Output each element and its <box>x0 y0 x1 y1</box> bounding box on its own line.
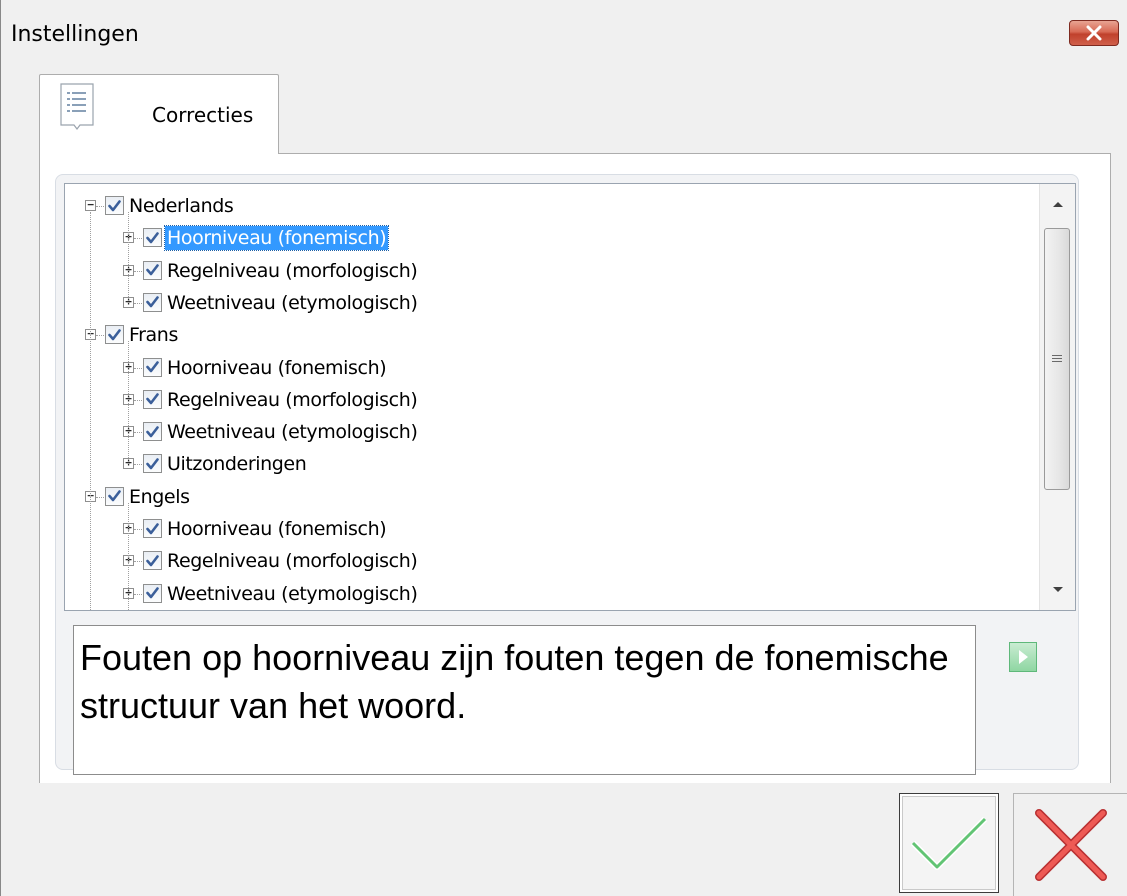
tree-connector <box>134 529 142 530</box>
tree-node-label: Uitzonderingen <box>167 453 307 476</box>
tree-node[interactable]: + Weetniveau (etymologisch) <box>65 578 1025 610</box>
tree-checkbox[interactable] <box>105 196 124 215</box>
tree-node[interactable]: + Regelniveau (morfologisch) <box>65 545 1025 577</box>
tree-node[interactable]: + Uitzonderingen <box>65 448 1025 480</box>
tree-guide-line <box>128 341 129 465</box>
scroll-down-icon <box>1052 587 1063 592</box>
settings-dialog: Instellingen Correcties − Nederlands + Hoor… <box>0 0 1127 896</box>
tree-node-label: Weetniveau (etymologisch) <box>167 291 418 314</box>
tree-node-label: Hoorniveau (fonemisch) <box>167 356 387 379</box>
list-document-icon <box>60 83 94 130</box>
tree-node[interactable]: + Hoorniveau (fonemisch) <box>65 352 1025 384</box>
grip-icon <box>1052 355 1062 362</box>
tree-checkbox[interactable] <box>105 486 124 506</box>
tree-node-label: Weetniveau (etymologisch) <box>167 582 418 605</box>
tree-connector <box>134 270 142 272</box>
tree-guide-line <box>128 502 129 610</box>
tree-node-label: Regelniveau (morfologisch) <box>167 259 418 282</box>
check-icon <box>108 490 121 502</box>
tree-node-label: Frans <box>129 324 178 347</box>
tree-node[interactable]: + Hoorniveau (fonemisch) <box>65 513 1025 545</box>
tree-node-label: Regelniveau (morfologisch) <box>167 388 418 411</box>
check-icon <box>146 231 159 244</box>
close-icon <box>1086 25 1102 41</box>
tree-checkbox[interactable] <box>143 454 162 474</box>
tree-guide-line <box>90 212 91 610</box>
tree-connector <box>134 593 142 595</box>
corrections-tree[interactable]: − Nederlands + Hoorniveau (fonemisch) + Regel… <box>64 183 1076 611</box>
tree-checkbox[interactable] <box>143 389 162 409</box>
tree-connector <box>134 561 142 563</box>
tree-node[interactable]: + Hoorniveau (fonemisch) <box>65 222 1025 254</box>
play-button[interactable] <box>1009 642 1037 672</box>
tree-checkbox[interactable] <box>143 292 162 312</box>
tree-content: − Nederlands + Hoorniveau (fonemisch) + Regel… <box>65 184 1039 610</box>
tree-checkbox[interactable] <box>143 260 162 280</box>
tab-correcties[interactable]: Correcties <box>39 74 279 154</box>
check-icon <box>146 425 159 437</box>
tree-connector <box>96 496 104 498</box>
scroll-up-icon <box>1052 202 1063 207</box>
tree-node-label: Hoorniveau (fonemisch) <box>163 225 390 252</box>
tree-node-label: Nederlands <box>129 195 234 217</box>
tree-node-label: Engels <box>129 485 190 508</box>
check-icon <box>146 554 159 567</box>
tree-checkbox[interactable] <box>143 228 162 248</box>
tree-node[interactable]: − Frans <box>65 319 1025 351</box>
checkmark-icon <box>910 816 988 870</box>
vertical-scrollbar[interactable] <box>1039 184 1075 610</box>
collapse-icon[interactable]: − <box>85 199 96 211</box>
check-icon <box>146 393 159 405</box>
check-icon <box>146 458 159 470</box>
cancel-button[interactable] <box>1013 793 1127 896</box>
tree-connector <box>134 367 142 369</box>
check-icon <box>146 264 159 276</box>
ok-button[interactable] <box>899 793 999 893</box>
close-button[interactable] <box>1069 20 1119 46</box>
cross-icon <box>1035 809 1107 881</box>
tree-node[interactable]: − Engels <box>65 481 1025 513</box>
scroll-thumb[interactable] <box>1044 228 1070 490</box>
scroll-down-button[interactable] <box>1040 570 1075 610</box>
check-icon <box>146 587 159 599</box>
tree-node[interactable]: + Regelniveau (morfologisch) <box>65 255 1025 287</box>
tree-checkbox[interactable] <box>143 583 162 603</box>
tree-node[interactable]: − Nederlands <box>65 190 1025 222</box>
description-text: Fouten op hoorniveau zijn fouten tegen d… <box>73 625 976 775</box>
tree-connector <box>134 464 142 466</box>
tab-label: Correcties <box>152 103 254 127</box>
tree-node[interactable]: + Weetniveau (etymologisch) <box>65 287 1025 319</box>
tree-node[interactable]: + Regelniveau (morfologisch) <box>65 384 1025 416</box>
tree-guide-line <box>128 212 129 303</box>
check-icon <box>146 296 159 308</box>
check-icon <box>108 328 121 340</box>
tree-connector <box>134 432 142 434</box>
tree-connector <box>134 238 142 240</box>
tree-connector <box>96 206 104 207</box>
tree-checkbox[interactable] <box>143 519 162 538</box>
play-icon <box>1019 650 1028 664</box>
tree-connector <box>134 399 142 401</box>
scroll-up-button[interactable] <box>1040 184 1075 224</box>
tree-connector <box>134 302 142 304</box>
tree-checkbox[interactable] <box>143 422 162 442</box>
tree-node[interactable]: + Weetniveau (etymologisch) <box>65 416 1025 448</box>
tree-node-label: Hoorniveau (fonemisch) <box>167 518 387 540</box>
check-icon <box>146 522 159 534</box>
tree-checkbox[interactable] <box>105 325 124 345</box>
title-bar[interactable]: Instellingen <box>1 0 1127 66</box>
tree-checkbox[interactable] <box>143 357 162 377</box>
window-title: Instellingen <box>11 22 139 47</box>
check-icon <box>108 199 121 211</box>
tree-node-label: Regelniveau (morfologisch) <box>167 550 418 573</box>
tree-checkbox[interactable] <box>143 551 162 571</box>
tree-node-label: Weetniveau (etymologisch) <box>167 421 418 444</box>
check-icon <box>146 361 159 373</box>
tree-connector <box>96 335 104 337</box>
